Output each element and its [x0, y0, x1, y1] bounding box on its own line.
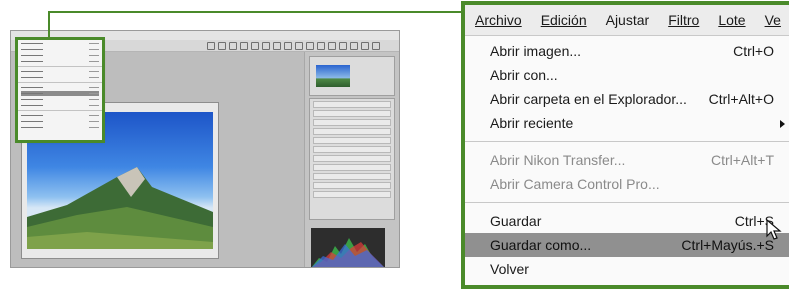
menu-item-shortcut: Ctrl+Alt+O	[708, 91, 774, 107]
menu-item-abrir-camera-control[interactable]: Abrir Camera Control Pro...	[465, 172, 789, 196]
app-thumbnail	[10, 30, 400, 268]
menu-item-shortcut: Ctrl+O	[733, 43, 774, 59]
menu-filtro[interactable]: Filtro	[658, 12, 708, 28]
submenu-arrow-icon	[780, 120, 785, 128]
menu-item-label: Abrir imagen...	[490, 43, 582, 59]
menu-item-proteger-archivo[interactable]: Proteger archivo	[465, 281, 789, 285]
thumb-side-panel	[304, 52, 399, 267]
menu-ver[interactable]: Ve	[755, 12, 789, 28]
menu-item-label: Abrir Camera Control Pro...	[490, 176, 660, 192]
menu-ajustar[interactable]: Ajustar	[596, 12, 659, 28]
menu-item-label: Abrir reciente	[490, 115, 574, 131]
thumb-navigator	[309, 56, 395, 96]
thumb-adjust-panel	[309, 98, 395, 220]
menu-item-abrir-con[interactable]: Abrir con...	[465, 63, 789, 87]
menu-item-label: Guardar	[490, 213, 542, 229]
menu-item-shortcut: Ctrl+Alt+T	[710, 152, 774, 168]
menu-item-label: Proteger archivo	[490, 281, 593, 285]
menu-item-guardar[interactable]: Guardar Ctrl+S	[465, 209, 789, 233]
archivo-dropdown: Abrir imagen... Ctrl+O Abrir con... Abri…	[465, 36, 789, 285]
menu-separator	[465, 202, 789, 203]
menu-edicion[interactable]: Edición	[531, 12, 596, 28]
thumb-highlight-frame	[15, 37, 105, 143]
menu-item-abrir-carpeta[interactable]: Abrir carpeta en el Explorador... Ctrl+A…	[465, 87, 789, 111]
thumb-histogram	[311, 228, 385, 267]
menu-item-label: Volver	[490, 261, 529, 277]
zoomed-menu-callout: Archivo Edición Ajustar Filtro Lote Ve A…	[461, 1, 789, 289]
menu-item-label: Abrir con...	[490, 67, 558, 83]
menu-item-abrir-nikon-transfer[interactable]: Abrir Nikon Transfer... Ctrl+Alt+T	[465, 148, 789, 172]
mouse-pointer-icon	[766, 219, 782, 240]
thumb-toolbar-icons	[207, 42, 380, 50]
callout-line-vertical	[48, 11, 50, 37]
menu-item-label: Abrir Nikon Transfer...	[490, 152, 626, 168]
callout-line-horizontal	[48, 11, 461, 13]
menu-item-guardar-como[interactable]: Guardar como... Ctrl+Mayús.+S	[465, 233, 789, 257]
menu-item-abrir-reciente[interactable]: Abrir reciente	[465, 111, 789, 135]
menu-item-abrir-imagen[interactable]: Abrir imagen... Ctrl+O	[465, 39, 789, 63]
menu-item-label: Abrir carpeta en el Explorador...	[490, 91, 687, 107]
menu-separator	[465, 141, 789, 142]
mountain-shape	[27, 167, 213, 249]
menubar: Archivo Edición Ajustar Filtro Lote Ve	[465, 5, 789, 36]
menu-lote[interactable]: Lote	[708, 12, 754, 28]
menu-item-volver[interactable]: Volver	[465, 257, 789, 281]
menu-archivo[interactable]: Archivo	[465, 12, 531, 28]
menu-item-label: Guardar como...	[490, 237, 592, 253]
menu-item-shortcut: Ctrl+Mayús.+S	[681, 237, 774, 253]
